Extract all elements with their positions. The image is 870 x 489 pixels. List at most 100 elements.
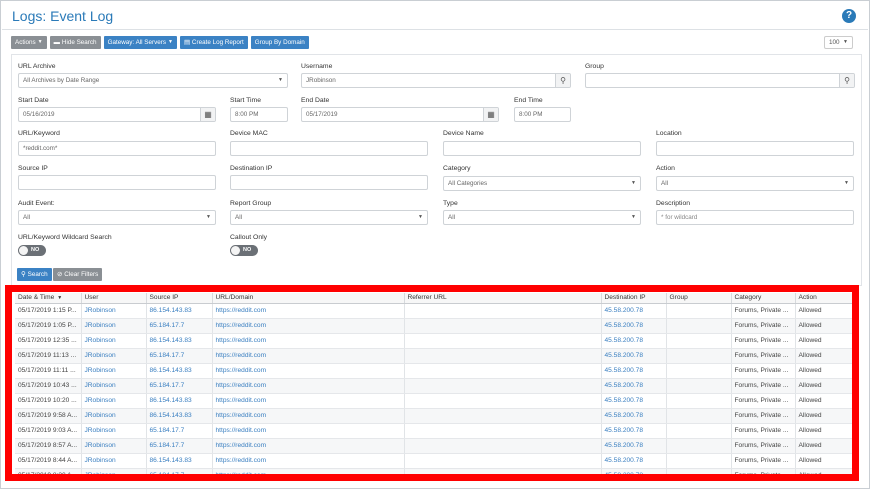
table-row[interactable]: 05/17/2019 11:11 ... JRobinson 86.154.143.… [15,363,857,379]
cell-url-domain[interactable]: https://reddit.com [212,378,405,394]
cell-user[interactable]: JRobinson [81,318,147,334]
table-row[interactable]: 05/17/2019 10:43 ... JRobinson 65.184.17.7… [15,378,857,394]
end-date-input[interactable]: 05/17/2019 ▦ [301,107,499,122]
cell-source-ip[interactable]: 65.184.17.7 [146,468,213,475]
location-input[interactable] [656,141,854,156]
cell-source-ip[interactable]: 65.184.17.7 [146,378,213,394]
cell-user[interactable]: JRobinson [81,303,147,319]
table-row[interactable]: 05/17/2019 8:44 A... JRobinson 86.154.143.… [15,453,857,469]
cell-source-ip[interactable]: 86.154.143.83 [146,408,213,424]
column-header-referrer-url[interactable]: Referrer URL [404,293,602,304]
type-select[interactable]: All ▼ [443,210,641,225]
start-time-input[interactable]: 8:00 PM [230,107,288,122]
cell-user[interactable]: JRobinson [81,363,147,379]
actions-button[interactable]: Actions ▼ [11,36,47,49]
table-row[interactable]: 05/17/2019 9:03 A... JRobinson 65.184.17.7… [15,423,857,439]
cell-destination-ip[interactable]: 45.58.200.78 [601,468,667,475]
cell-source-ip[interactable]: 65.184.17.7 [146,318,213,334]
table-row[interactable]: 05/17/2019 12:35 ... JRobinson 86.154.143.… [15,333,857,349]
help-icon[interactable]: ? [842,9,856,23]
search-icon[interactable]: ⚲ [839,74,854,87]
table-row[interactable]: 05/17/2019 11:13 ... JRobinson 65.184.17.7… [15,348,857,364]
audit-event-select[interactable]: All ▼ [18,210,216,225]
cell-user[interactable]: JRobinson [81,348,147,364]
cell-url-domain[interactable]: https://reddit.com [212,363,405,379]
username-input[interactable]: JRobinson ⚲ [301,73,571,88]
cell-user[interactable]: JRobinson [81,453,147,469]
column-header-destination-ip[interactable]: Destination IP [601,293,667,304]
group-by-domain-button[interactable]: Group By Domain [250,36,309,49]
url-archive-select[interactable]: All Archives by Date Range ▼ [18,73,288,88]
url-keyword-input[interactable]: *reddit.com* [18,141,216,156]
cell-user[interactable]: JRobinson [81,393,147,409]
search-button[interactable]: ⚲ Search [17,268,52,281]
column-header-user[interactable]: User [81,293,147,304]
source-ip-input[interactable] [18,175,216,190]
cell-destination-ip[interactable]: 45.58.200.78 [601,423,667,439]
cell-user[interactable]: JRobinson [81,408,147,424]
description-input[interactable]: * for wildcard [656,210,854,225]
table-row[interactable]: 05/17/2019 1:15 P... JRobinson 86.154.143.… [15,303,857,319]
cell-destination-ip[interactable]: 45.58.200.78 [601,453,667,469]
column-header-source-ip[interactable]: Source IP [146,293,213,304]
table-row[interactable]: 05/17/2019 8:57 A... JRobinson 65.184.17.7… [15,438,857,454]
cell-destination-ip[interactable]: 45.58.200.78 [601,363,667,379]
gateway-button[interactable]: Gateway: All Servers ▼ [103,36,177,49]
wildcard-search-toggle[interactable]: NO [18,245,46,256]
cell-source-ip[interactable]: 86.154.143.83 [146,393,213,409]
device-name-input[interactable] [443,141,641,156]
column-header-date-time[interactable]: Date & Time ▼ [15,293,82,304]
cell-user[interactable]: JRobinson [81,378,147,394]
column-header-url-domain[interactable]: URL/Domain [212,293,405,304]
cell-source-ip[interactable]: 86.154.143.83 [146,333,213,349]
cell-url-domain[interactable]: https://reddit.com [212,438,405,454]
cell-url-domain[interactable]: https://reddit.com [212,468,405,475]
column-header-category[interactable]: Category [731,293,796,304]
cell-url-domain[interactable]: https://reddit.com [212,423,405,439]
cell-url-domain[interactable]: https://reddit.com [212,318,405,334]
clear-filters-button[interactable]: ⊘ Clear Filters [53,268,103,281]
destination-ip-input[interactable] [230,175,428,190]
category-select[interactable]: All Categories ▼ [443,176,641,191]
cell-url-domain[interactable]: https://reddit.com [212,393,405,409]
cell-source-ip[interactable]: 86.154.143.83 [146,363,213,379]
calendar-icon[interactable]: ▦ [483,108,498,121]
cell-destination-ip[interactable]: 45.58.200.78 [601,303,667,319]
column-header-group[interactable]: Group [666,293,732,304]
column-header-action[interactable]: Action [795,293,857,304]
cell-user[interactable]: JRobinson [81,438,147,454]
cell-url-domain[interactable]: https://reddit.com [212,453,405,469]
calendar-icon[interactable]: ▦ [200,108,215,121]
table-row[interactable]: 05/17/2019 1:05 P... JRobinson 65.184.17.7… [15,318,857,334]
cell-destination-ip[interactable]: 45.58.200.78 [601,378,667,394]
cell-user[interactable]: JRobinson [81,423,147,439]
cell-source-ip[interactable]: 86.154.143.83 [146,453,213,469]
group-input[interactable]: ⚲ [585,73,855,88]
create-log-report-button[interactable]: ▤ Create Log Report [179,36,248,49]
start-date-input[interactable]: 05/16/2019 ▦ [18,107,216,122]
cell-url-domain[interactable]: https://reddit.com [212,348,405,364]
cell-user[interactable]: JRobinson [81,468,147,475]
cell-destination-ip[interactable]: 45.58.200.78 [601,438,667,454]
cell-user[interactable]: JRobinson [81,333,147,349]
table-row[interactable]: 05/17/2019 9:58 A... JRobinson 86.154.143.… [15,408,857,424]
search-icon[interactable]: ⚲ [555,74,570,87]
cell-destination-ip[interactable]: 45.58.200.78 [601,318,667,334]
cell-url-domain[interactable]: https://reddit.com [212,408,405,424]
cell-url-domain[interactable]: https://reddit.com [212,303,405,319]
callout-only-toggle[interactable]: NO [230,245,258,256]
cell-source-ip[interactable]: 65.184.17.7 [146,348,213,364]
cell-destination-ip[interactable]: 45.58.200.78 [601,333,667,349]
cell-destination-ip[interactable]: 45.58.200.78 [601,408,667,424]
cell-source-ip[interactable]: 65.184.17.7 [146,438,213,454]
cell-source-ip[interactable]: 86.154.143.83 [146,303,213,319]
table-row[interactable]: 05/17/2019 8:30 A...JRobinson65.184.17.7… [15,468,857,475]
cell-destination-ip[interactable]: 45.58.200.78 [601,348,667,364]
hide-search-button[interactable]: ▬ Hide Search [49,36,101,49]
action-select[interactable]: All ▼ [656,176,854,191]
report-group-select[interactable]: All ▼ [230,210,428,225]
per-page-select[interactable]: 100 ▼ [824,36,853,49]
table-row[interactable]: 05/17/2019 10:20 ... JRobinson 86.154.143.… [15,393,857,409]
device-mac-input[interactable] [230,141,428,156]
cell-destination-ip[interactable]: 45.58.200.78 [601,393,667,409]
